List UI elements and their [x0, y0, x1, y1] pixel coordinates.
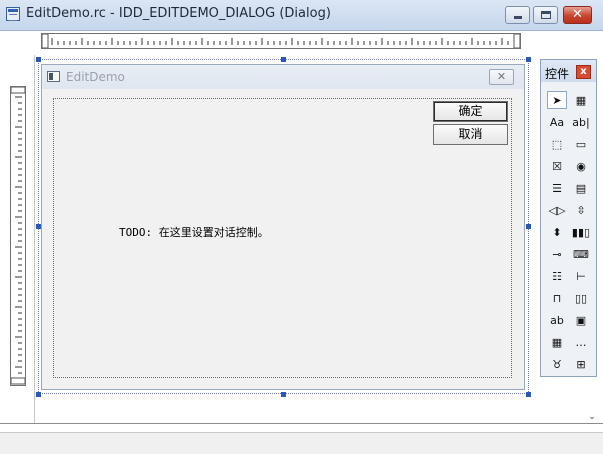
- combo-box-icon[interactable]: ☰: [547, 179, 567, 197]
- vertical-ruler[interactable]: [10, 86, 26, 386]
- group-box-icon[interactable]: ⬚: [547, 135, 567, 153]
- list-box-icon[interactable]: ▤: [571, 179, 591, 197]
- resize-handle-top-right[interactable]: [526, 57, 531, 62]
- maximize-icon: [541, 11, 551, 19]
- date-time-picker-icon[interactable]: ▣: [571, 311, 591, 329]
- resize-handle-top-left[interactable]: [36, 57, 41, 62]
- scroll-down-icon[interactable]: ⌄: [586, 412, 598, 422]
- vertical-scrollbar-icon[interactable]: ⇳: [571, 201, 591, 219]
- dialog-preview[interactable]: EditDemo ✕ 确定 取消 TODO: 在这里设置对话控制。: [41, 64, 525, 390]
- dialog-app-icon: [47, 71, 60, 82]
- window-titlebar: EditDemo.rc - IDD_EDITDEMO_DIALOG (Dialo…: [0, 0, 603, 31]
- resize-handle-top[interactable]: [281, 57, 286, 62]
- dialog-title: EditDemo: [66, 70, 125, 84]
- resize-handle-bottom[interactable]: [281, 392, 286, 397]
- hot-key-icon[interactable]: ⌨: [571, 245, 591, 263]
- animation-control-icon[interactable]: ▯▯: [571, 289, 591, 307]
- horizontal-ruler[interactable]: [41, 33, 521, 49]
- ruler-ticks-horizontal: [42, 34, 520, 48]
- close-button[interactable]: ✕: [563, 6, 592, 24]
- month-calendar-icon[interactable]: ▦: [547, 333, 567, 351]
- progress-control-icon[interactable]: ▮▮▯: [571, 223, 591, 241]
- custom-control-icon[interactable]: ⊞: [571, 355, 591, 373]
- edit-control-icon[interactable]: ab|: [571, 113, 591, 131]
- picture-control-icon[interactable]: ▦: [571, 91, 591, 109]
- horizontal-scrollbar-icon[interactable]: ◁▷: [547, 201, 567, 219]
- toolbox-grid: ➤ ▦ Aa ab| ⬚ ▭ ☒ ◉ ☰ ▤ ◁▷ ⇳ ⬍ ▮▮▯ ⊸ ⌨ ☷ ⊢ ⊓ ▯▯ ab ▣ ▦… ♉ ⊞: [541, 60, 596, 376]
- controls-toolbox: 控件 x ➤ ▦ Aa ab| ⬚ ▭ ☒ ◉ ☰ ▤ ◁▷ ⇳ ⬍ ▮▮▯ ⊸ ⌨ ☷ ⊢ ⊓ ▯▯ ab ▣ ▦… ♉ ⊞: [540, 59, 597, 377]
- close-icon: ✕: [572, 7, 583, 22]
- ok-button[interactable]: 确定: [433, 101, 508, 122]
- minimize-button[interactable]: [505, 6, 530, 24]
- list-control-icon[interactable]: ☷: [547, 267, 567, 285]
- tab-control-icon[interactable]: ⊓: [547, 289, 567, 307]
- spin-control-icon[interactable]: ⬍: [547, 223, 567, 241]
- maximize-button[interactable]: [533, 6, 558, 24]
- resize-handle-bottom-left[interactable]: [36, 392, 41, 397]
- dialog-titlebar: EditDemo ✕: [42, 65, 524, 89]
- extended-combo-icon[interactable]: ♉: [547, 355, 567, 373]
- slider-control-icon[interactable]: ⊸: [547, 245, 567, 263]
- editor-bottom-border: [0, 423, 603, 424]
- tree-control-icon[interactable]: ⊢: [571, 267, 591, 285]
- minimize-icon: [514, 16, 522, 19]
- resize-handle-bottom-right[interactable]: [526, 392, 531, 397]
- check-box-icon[interactable]: ☒: [547, 157, 567, 175]
- button-icon[interactable]: ▭: [571, 135, 591, 153]
- ruler-ticks-vertical: [11, 87, 25, 385]
- ip-address-icon[interactable]: …: [571, 333, 591, 351]
- bottom-panel: [0, 432, 603, 454]
- rich-edit-icon[interactable]: ab: [547, 311, 567, 329]
- radio-button-icon[interactable]: ◉: [571, 157, 591, 175]
- pointer-icon[interactable]: ➤: [547, 91, 567, 109]
- static-text-icon[interactable]: Aa: [547, 113, 567, 131]
- resize-handle-right[interactable]: [526, 224, 531, 229]
- window-title: EditDemo.rc - IDD_EDITDEMO_DIALOG (Dialo…: [26, 6, 331, 21]
- cancel-button[interactable]: 取消: [433, 124, 508, 145]
- resource-file-icon: [6, 7, 20, 21]
- todo-static-text[interactable]: TODO: 在这里设置对话控制。: [119, 224, 269, 240]
- dialog-close-icon[interactable]: ✕: [489, 69, 514, 85]
